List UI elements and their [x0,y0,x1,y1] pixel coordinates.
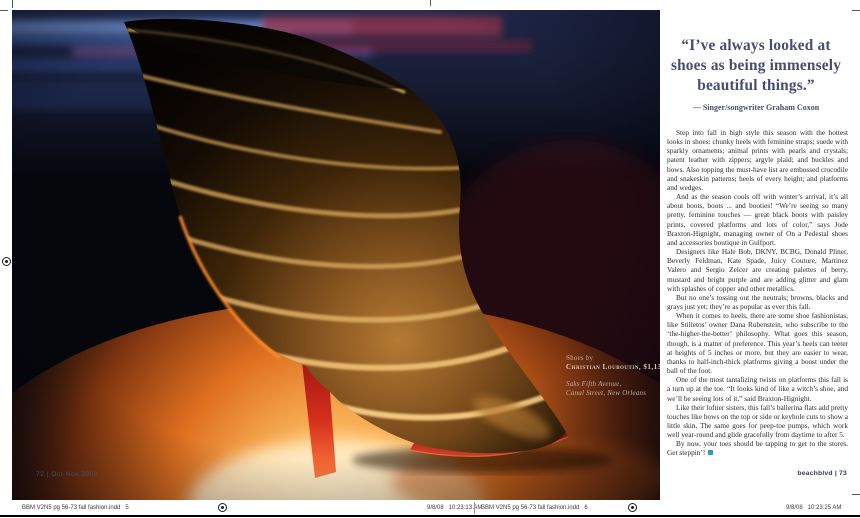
slug-divider [474,502,475,514]
paragraph: And as the season cools off with winter’… [667,192,848,247]
paragraph-text: By now, your toes should be tapping to g… [667,439,848,457]
pull-quote-line: beautiful things.” [660,76,852,96]
paragraph: Step into fall in high style this season… [667,128,848,192]
slug-filename-left: BBM V2N5 pg 56-73 fall fashion.indd 5 [22,505,129,511]
caption-store-line1: Saks Fifth Avenue, [566,380,660,389]
quote-attribution: — Singer/songwriter Graham Coxon [660,103,852,112]
article-body: Step into fall in high style this season… [667,128,848,458]
proof-slug-bar: BBM V2N5 pg 56-73 fall fashion.indd 5 9/… [0,500,860,518]
crop-mark [430,0,431,6]
registration-mark-icon [628,503,637,512]
paragraph: But no one’s tossing out the neutrals; b… [667,293,848,311]
photo-caption: Shoes by Christian Louboutin, $1,135 Sak… [566,354,660,398]
caption-store-line2: Canal Street, New Orleans [566,389,660,398]
stiletto-bootie-illustration [12,10,660,500]
shoe-photo: Shoes by Christian Louboutin, $1,135 Sak… [12,10,660,500]
paragraph: Like their loftier sisters, this fall’s … [667,403,848,440]
folio-left: 72 | Oct-Nov 2008 [36,471,98,478]
crop-mark [852,10,860,11]
pull-quote-line: shoes as being immensely [660,56,852,76]
folio-right: beachblvd | 73 [797,470,847,477]
paragraph-last: By now, your toes should be tapping to g… [667,439,848,457]
registration-mark-icon [2,257,11,266]
paragraph: When it comes to heels, there are some s… [667,311,848,375]
paragraph: One of the most tantalizing twists on pl… [667,375,848,402]
magazine-spread-proof: Shoes by Christian Louboutin, $1,135 Sak… [0,0,860,518]
caption-brand-price: Christian Louboutin, $1,135 [566,363,660,372]
pull-quote-line: “I’ve always looked at [660,36,852,56]
slug-timestamp-right: 9/8/08 10:23:25 AM [786,505,841,511]
crop-mark [12,0,13,8]
crop-mark [0,10,8,11]
pull-quote: “I’ve always looked at shoes as being im… [660,36,852,96]
caption-intro: Shoes by [566,354,660,363]
end-mark-square-icon [708,450,713,455]
proof-bottom-rule [0,515,860,517]
article-page: “I’ve always looked at shoes as being im… [660,0,852,500]
paragraph: Designers like Hale Bob, DKNY, BCBG, Don… [667,247,848,293]
registration-mark-icon [218,503,227,512]
slug-filename-right: BBM V2N5 pg 56-73 fall fashion.indd 6 [481,505,588,511]
